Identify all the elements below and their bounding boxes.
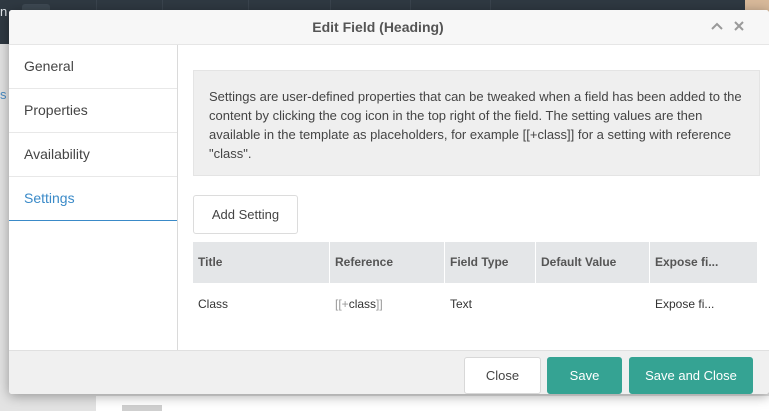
background-bottom-block — [122, 405, 162, 411]
background-link-text: s — [0, 87, 7, 102]
dialog-header: Edit Field (Heading) — [9, 10, 769, 45]
sidebar-item-properties[interactable]: Properties — [9, 89, 177, 133]
dialog-footer: Close Save Save and Close — [9, 350, 769, 394]
column-header-title[interactable]: Title — [193, 242, 330, 283]
close-icon[interactable] — [731, 17, 747, 35]
save-and-close-button[interactable]: Save and Close — [629, 357, 753, 394]
edit-field-dialog: Edit Field (Heading) General Properties … — [9, 10, 769, 394]
sidebar-item-settings[interactable]: Settings — [9, 177, 177, 221]
sidebar-item-general[interactable]: General — [9, 45, 177, 89]
column-header-expose[interactable]: Expose fi... — [650, 242, 757, 283]
reference-close-bracket: ]] — [376, 297, 383, 311]
column-header-field-type[interactable]: Field Type — [445, 242, 536, 283]
table-row[interactable]: Class [[+class]] Text Expose fi... — [193, 283, 757, 325]
settings-description: Settings are user-defined properties tha… — [209, 89, 742, 161]
save-button[interactable]: Save — [547, 357, 622, 394]
cell-default-value — [536, 283, 650, 325]
column-header-default-value[interactable]: Default Value — [536, 242, 650, 283]
column-header-reference[interactable]: Reference — [330, 242, 445, 283]
background-text: n — [0, 4, 8, 19]
cell-title: Class — [198, 297, 229, 311]
settings-info-box: Settings are user-defined properties tha… — [193, 70, 760, 176]
sidebar-item-availability[interactable]: Availability — [9, 133, 177, 177]
reference-open-bracket: [[+ — [335, 297, 349, 311]
add-setting-button[interactable]: Add Setting — [193, 195, 298, 234]
cell-expose: Expose fi... — [655, 297, 715, 311]
settings-table: Title Reference Field Type Default Value… — [193, 242, 757, 325]
cell-field-type: Text — [450, 297, 473, 311]
background-bottom-panel — [96, 396, 769, 411]
settings-panel: Settings are user-defined properties tha… — [178, 45, 769, 350]
reference-key: class — [348, 297, 377, 311]
chevron-up-icon[interactable] — [709, 17, 725, 35]
dialog-sidebar: General Properties Availability Settings — [9, 45, 178, 350]
cell-reference: [[+class]] — [330, 283, 445, 325]
table-header-row: Title Reference Field Type Default Value… — [193, 242, 757, 283]
dialog-title: Edit Field (Heading) — [312, 19, 444, 35]
close-button[interactable]: Close — [464, 357, 541, 394]
